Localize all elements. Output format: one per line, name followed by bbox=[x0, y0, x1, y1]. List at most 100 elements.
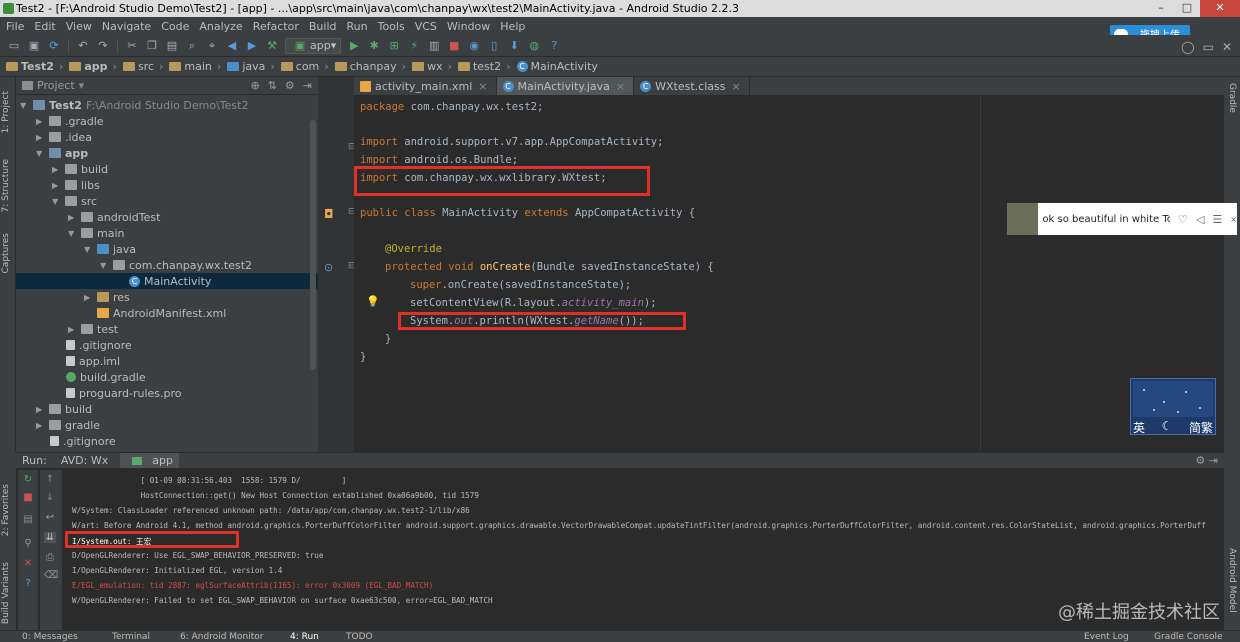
breadcrumb-item[interactable]: java › bbox=[227, 60, 275, 73]
rerun-icon[interactable]: ↻ bbox=[22, 474, 34, 485]
tool-button-todo[interactable]: TODO bbox=[346, 632, 373, 642]
tool-tab-structure[interactable]: 7: Structure bbox=[1, 159, 11, 213]
tree-node[interactable]: ▶ test bbox=[68, 321, 118, 337]
hide-icon[interactable]: ⇥ bbox=[303, 79, 312, 92]
tool-button-event-log[interactable]: Event Log bbox=[1084, 632, 1129, 642]
expand-arrow-icon[interactable]: ▶ bbox=[84, 293, 94, 302]
close-tab-icon[interactable]: × bbox=[478, 80, 487, 93]
tool-tab-project[interactable]: 1: Project bbox=[1, 91, 11, 133]
tool-tab-favorites[interactable]: 2: Favorites bbox=[1, 484, 11, 536]
help-icon[interactable]: ? bbox=[22, 578, 34, 589]
tree-node[interactable]: ▶ androidTest bbox=[68, 209, 160, 225]
chevron-down-icon[interactable]: ▾ bbox=[79, 79, 85, 92]
expand-arrow-icon[interactable]: ▼ bbox=[84, 245, 94, 254]
breadcrumb-item[interactable]: C MainActivity bbox=[516, 60, 598, 73]
tree-node[interactable]: ▶ build bbox=[52, 161, 108, 177]
expand-arrow-icon[interactable]: ▼ bbox=[68, 229, 78, 238]
breadcrumb-item[interactable]: test2 › bbox=[457, 60, 511, 73]
menu-tools[interactable]: Tools bbox=[378, 20, 405, 33]
breadcrumb-item[interactable]: app › bbox=[69, 60, 117, 73]
expand-arrow-icon[interactable]: ▼ bbox=[36, 149, 46, 158]
code-editor[interactable]: activity_main.xml × C MainActivity.java × C… bbox=[354, 77, 1224, 452]
tree-node[interactable]: ▼ app bbox=[36, 145, 88, 161]
open-icon[interactable]: ▭ bbox=[6, 39, 22, 53]
undo-icon[interactable]: ↶ bbox=[75, 39, 91, 53]
debug-icon[interactable]: ✱ bbox=[366, 39, 382, 53]
tool-tab-gradle[interactable]: Gradle bbox=[1227, 83, 1237, 113]
help-icon[interactable]: ? bbox=[546, 39, 562, 53]
expand-arrow-icon[interactable]: ▶ bbox=[36, 117, 46, 126]
expand-arrow-icon[interactable]: ▶ bbox=[68, 325, 78, 334]
menu-build[interactable]: Build bbox=[309, 20, 337, 33]
expand-arrow-icon[interactable]: ▼ bbox=[100, 261, 110, 270]
tree-node[interactable]: proguard-rules.pro bbox=[66, 385, 182, 401]
ide-minimize-icon[interactable]: ◯ bbox=[1181, 40, 1194, 54]
breadcrumb-item[interactable]: main › bbox=[169, 60, 221, 73]
stop-icon[interactable]: ■ bbox=[446, 39, 462, 53]
back-icon[interactable]: ◀ bbox=[224, 39, 240, 53]
soft-wrap-icon[interactable]: ↩ bbox=[44, 512, 56, 523]
clear-icon[interactable]: ⌫ bbox=[44, 570, 58, 581]
menu-refactor[interactable]: Refactor bbox=[253, 20, 299, 33]
tree-node-selected[interactable]: C MainActivity bbox=[16, 273, 318, 289]
breadcrumb-item[interactable]: com › bbox=[280, 60, 329, 73]
menu-help[interactable]: Help bbox=[500, 20, 525, 33]
menu-code[interactable]: Code bbox=[161, 20, 189, 33]
expand-arrow-icon[interactable]: ▶ bbox=[36, 405, 46, 414]
tree-node[interactable]: ▼ java bbox=[84, 241, 136, 257]
ime-widget[interactable]: 英 ☾ 简繁 bbox=[1130, 378, 1216, 435]
ide-restore-icon[interactable]: ▭ bbox=[1203, 40, 1214, 54]
menu-edit[interactable]: Edit bbox=[34, 20, 55, 33]
expand-arrow-icon[interactable]: ▶ bbox=[52, 165, 62, 174]
tool-button-android-monitor[interactable]: 6: Android Monitor bbox=[180, 632, 264, 642]
sync-icon[interactable]: ⟳ bbox=[46, 39, 62, 53]
lightbulb-icon[interactable]: 💡 bbox=[366, 295, 380, 308]
arrow-up-icon[interactable]: ↑ bbox=[44, 474, 56, 485]
gradle-sync-icon[interactable]: ◉ bbox=[466, 39, 482, 53]
breadcrumb-item[interactable]: wx › bbox=[412, 60, 452, 73]
tree-node[interactable]: ▼ src bbox=[52, 193, 97, 209]
tree-node[interactable]: ▶ gradle bbox=[36, 417, 100, 433]
tree-node[interactable]: ▼ com.chanpay.wx.test2 bbox=[100, 257, 252, 273]
tree-node[interactable]: ▶ .idea bbox=[36, 129, 92, 145]
tool-button-messages[interactable]: 0: Messages bbox=[22, 632, 78, 642]
make-project-icon[interactable]: ⚒ bbox=[264, 39, 280, 53]
tool-tab-captures[interactable]: Captures bbox=[1, 233, 11, 273]
gear-icon[interactable]: ⚙ bbox=[285, 79, 295, 92]
scroll-to-end-icon[interactable]: ⇊ bbox=[44, 532, 56, 543]
expand-arrow-icon[interactable]: ▶ bbox=[36, 133, 46, 142]
run-console[interactable]: [ 01-09 08:31:56.403 1558: 1579 D/ ] Hos… bbox=[62, 470, 1224, 628]
tree-node[interactable]: build.gradle bbox=[66, 369, 146, 385]
menu-vcs[interactable]: VCS bbox=[415, 20, 437, 33]
save-all-icon[interactable]: ▣ bbox=[26, 39, 42, 53]
tree-node[interactable]: ▶ .gradle bbox=[36, 113, 104, 129]
tool-button-gradle-console[interactable]: Gradle Console bbox=[1154, 632, 1223, 642]
tree-node[interactable]: ▼ main bbox=[68, 225, 124, 241]
expand-arrow-icon[interactable]: ▶ bbox=[36, 421, 46, 430]
volume-icon[interactable]: ◁ bbox=[1196, 213, 1204, 226]
find-icon[interactable]: ⌕ bbox=[184, 39, 200, 53]
sdk-manager-icon[interactable]: ⬇ bbox=[506, 39, 522, 53]
run-config-select[interactable]: ▣ app ▾ bbox=[285, 37, 342, 54]
expand-arrow-icon[interactable]: ▼ bbox=[20, 101, 30, 110]
run-tab-app[interactable]: app bbox=[120, 453, 179, 468]
expand-arrow-icon[interactable]: ▶ bbox=[52, 181, 62, 190]
close-run-icon[interactable]: ✕ bbox=[22, 558, 34, 569]
ime-language[interactable]: 英 bbox=[1133, 419, 1145, 436]
close-button[interactable]: ✕ bbox=[1200, 0, 1240, 17]
pin-icon[interactable]: ⚲ bbox=[22, 538, 34, 549]
tool-button-run[interactable]: 4: Run bbox=[290, 632, 319, 642]
sync-scroll-icon[interactable]: ⊕ bbox=[250, 79, 259, 92]
menu-run[interactable]: Run bbox=[347, 20, 368, 33]
ide-close-icon[interactable]: ✕ bbox=[1222, 40, 1232, 54]
tree-node[interactable]: ▶ res bbox=[84, 289, 130, 305]
apply-changes-icon[interactable]: ⚡ bbox=[406, 39, 422, 53]
cut-icon[interactable]: ✂ bbox=[124, 39, 140, 53]
music-player-popup[interactable]: ok so beautiful in white Tor ♡ ◁ ☰ × bbox=[1007, 203, 1237, 235]
project-scrollbar[interactable] bbox=[310, 120, 316, 370]
project-view-select[interactable]: Project bbox=[37, 79, 75, 92]
attach-debugger-icon[interactable]: ⊞ bbox=[386, 39, 402, 53]
forward-icon[interactable]: ▶ bbox=[244, 39, 260, 53]
arrow-down-icon[interactable]: ↓ bbox=[44, 492, 56, 503]
editor-tab-activity-main[interactable]: activity_main.xml × bbox=[354, 77, 497, 95]
